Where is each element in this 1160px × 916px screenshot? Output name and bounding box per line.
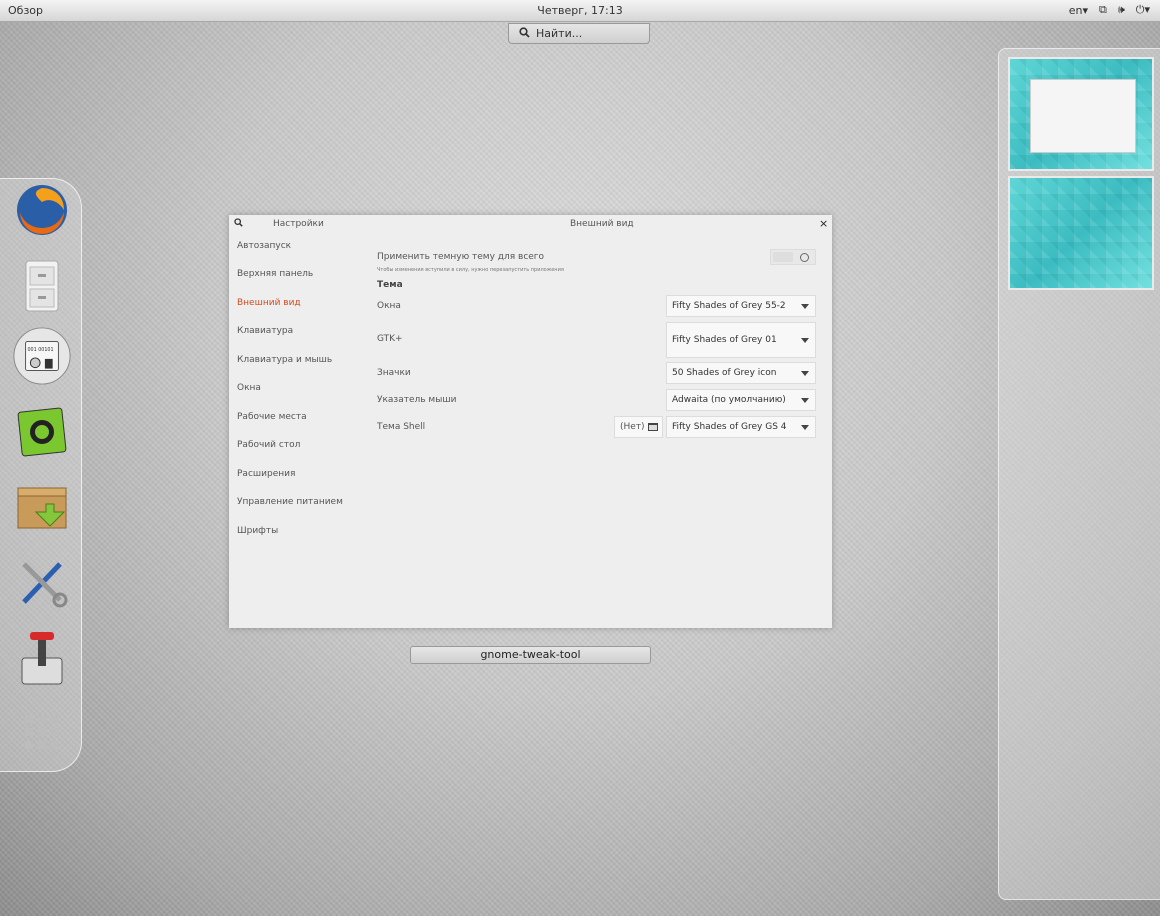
top-bar: Обзор Четверг, 17:13 en▾ ⧉ 🕪 ⏻▾ <box>0 0 1160 22</box>
gtk-theme-dropdown[interactable]: Fifty Shades of Grey 01 <box>666 322 816 358</box>
dropdown-arrow-icon <box>801 371 809 376</box>
dropdown-arrow-icon <box>801 398 809 403</box>
row-label-cursor: Указатель мыши <box>377 395 457 405</box>
network-icon[interactable]: ⧉ <box>1099 3 1107 17</box>
sidebar-item-keyboard-mouse[interactable]: Клавиатура и мышь <box>237 355 332 365</box>
search-placeholder: Найти... <box>536 27 583 40</box>
close-button[interactable]: × <box>819 217 828 230</box>
shell-theme-dropdown[interactable]: Fifty Shades of Grey GS 4 <box>666 416 816 438</box>
shell-theme-none-label: (Нет) <box>620 422 645 432</box>
joystick-icon[interactable] <box>12 628 72 688</box>
row-label-gtk: GTK+ <box>377 334 403 344</box>
volume-icon[interactable]: 🕪 <box>1118 3 1125 17</box>
window-header: Настройки Внешний вид × <box>229 215 832 233</box>
tools-icon[interactable] <box>12 552 72 612</box>
row-label-icons: Значки <box>377 368 411 378</box>
window-app-title: Настройки <box>273 219 324 229</box>
search-icon[interactable] <box>234 218 243 230</box>
switch-track <box>773 252 793 262</box>
sidebar-item-appearance[interactable]: Внешний вид <box>237 298 301 308</box>
search-icon <box>519 26 530 41</box>
dropdown-value: Adwaita (по умолчанию) <box>672 395 786 405</box>
sidebar-item-desktop[interactable]: Рабочий стол <box>237 440 300 450</box>
window-title: Внешний вид <box>570 219 634 229</box>
switch-knob <box>800 253 809 262</box>
window-caption[interactable]: gnome-tweak-tool <box>410 646 651 664</box>
sidebar-item-fonts[interactable]: Шрифты <box>237 526 278 536</box>
show-apps-icon[interactable] <box>12 702 72 762</box>
package-installer-icon[interactable] <box>12 478 72 538</box>
system-monitor-icon[interactable]: 001 00101 <box>12 326 72 386</box>
sidebar-item-autostart[interactable]: Автозапуск <box>237 241 291 251</box>
window-preview <box>1030 79 1136 153</box>
search-input[interactable]: Найти... <box>508 23 650 44</box>
keyboard-layout-label: en <box>1068 3 1083 17</box>
sidebar-item-windows[interactable]: Окна <box>237 383 261 393</box>
dropdown-value: Fifty Shades of Grey 55-2 <box>672 301 786 311</box>
workspace-thumbnail[interactable] <box>1008 176 1154 290</box>
software-center-icon[interactable] <box>12 402 72 462</box>
svg-text:001 00101: 001 00101 <box>27 347 53 353</box>
dark-theme-label: Применить темную тему для всего <box>377 252 545 262</box>
sidebar-item-extensions[interactable]: Расширения <box>237 469 295 479</box>
icon-theme-dropdown[interactable]: 50 Shades of Grey icon <box>666 362 816 384</box>
sidebar-item-keyboard[interactable]: Клавиатура <box>237 326 293 336</box>
firefox-icon[interactable] <box>12 180 72 240</box>
system-tray: en▾ ⧉ 🕪 ⏻▾ <box>1069 3 1150 17</box>
file-cabinet-icon[interactable] <box>12 256 72 316</box>
tweak-tool-window[interactable]: Настройки Внешний вид × Автозапуск Верхн… <box>229 215 832 628</box>
clock[interactable]: Четверг, 17:13 <box>0 4 1160 17</box>
windows-theme-dropdown[interactable]: Fifty Shades of Grey 55-2 <box>666 295 816 317</box>
folder-icon <box>648 422 658 434</box>
dropdown-arrow-icon <box>801 425 809 430</box>
power-icon[interactable]: ⏻▾ <box>1136 3 1150 17</box>
dark-theme-switch[interactable] <box>770 249 816 265</box>
cursor-theme-dropdown[interactable]: Adwaita (по умолчанию) <box>666 389 816 411</box>
sidebar-item-workspaces[interactable]: Рабочие места <box>237 412 307 422</box>
keyboard-layout-indicator[interactable]: en▾ <box>1069 4 1088 17</box>
section-theme-heading: Тема <box>377 280 403 290</box>
sidebar-item-top-panel[interactable]: Верхняя панель <box>237 269 313 279</box>
dropdown-arrow-icon <box>801 338 809 343</box>
dropdown-value: Fifty Shades of Grey 01 <box>672 335 777 345</box>
dropdown-arrow-icon <box>801 304 809 309</box>
row-label-windows: Окна <box>377 301 401 311</box>
workspace-pattern <box>1010 178 1152 288</box>
dark-theme-hint: Чтобы изменения вступили в силу, нужно п… <box>377 267 564 273</box>
workspace-thumbnail[interactable] <box>1008 57 1154 171</box>
sidebar-item-power[interactable]: Управление питанием <box>237 497 343 507</box>
dropdown-value: 50 Shades of Grey icon <box>672 368 777 378</box>
row-label-shell-theme: Тема Shell <box>377 422 426 432</box>
shell-theme-file-button[interactable]: (Нет) <box>614 416 663 438</box>
dropdown-value: Fifty Shades of Grey GS 4 <box>672 422 787 432</box>
